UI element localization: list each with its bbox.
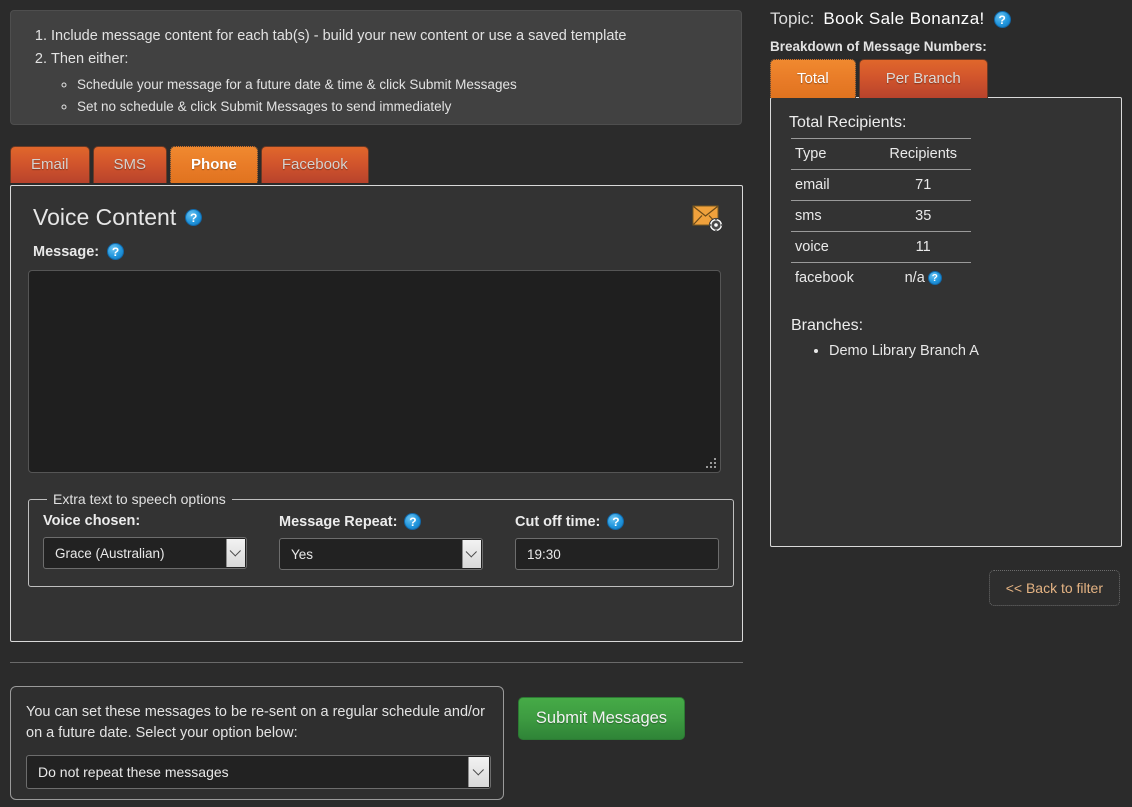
cut-off-time-label-text: Cut off time:: [515, 514, 600, 530]
facebook-help-icon[interactable]: ?: [928, 271, 942, 285]
app-root: Include message content for each tab(s) …: [0, 0, 1132, 807]
schedule-options-box: You can set these messages to be re-sent…: [10, 686, 504, 800]
topic-value: Book Sale Bonanza!: [823, 9, 984, 29]
cut-off-time-group: Cut off time: ?: [515, 513, 719, 570]
repeat-schedule-value: Do not repeat these messages: [27, 764, 257, 780]
message-help-icon[interactable]: ?: [107, 243, 124, 260]
branches-title: Branches:: [791, 317, 1103, 335]
breakdown-label: Breakdown of Message Numbers:: [770, 39, 1132, 54]
voice-chosen-label-text: Voice chosen:: [43, 513, 140, 529]
tab-facebook[interactable]: Facebook: [261, 146, 369, 183]
message-repeat-label-text: Message Repeat:: [279, 514, 397, 530]
table-row: facebook n/a ?: [791, 263, 971, 294]
voice-content-help-icon[interactable]: ?: [185, 209, 202, 226]
message-repeat-group: Message Repeat: ? Yes: [279, 513, 483, 570]
textarea-resize-handle[interactable]: [706, 458, 717, 469]
message-repeat-help-icon[interactable]: ?: [404, 513, 421, 530]
back-to-filter-button[interactable]: << Back to filter: [989, 570, 1120, 606]
cell-type-email: email: [791, 170, 875, 201]
table-header-row: Type Recipients: [791, 139, 971, 170]
cell-recipients-email: 71: [875, 170, 971, 201]
tts-row: Voice chosen: Grace (Australian) Message…: [43, 511, 719, 570]
cell-type-facebook: facebook: [791, 263, 875, 294]
message-repeat-label: Message Repeat: ?: [279, 513, 483, 530]
voice-chosen-select[interactable]: Grace (Australian): [43, 537, 247, 569]
envelope-settings-icon[interactable]: [692, 202, 724, 234]
voice-chosen-value: Grace (Australian): [44, 546, 193, 561]
tab-sms[interactable]: SMS: [93, 146, 168, 183]
breakdown-tabs: Total Per Branch: [770, 59, 1132, 98]
table-row: sms 35: [791, 201, 971, 232]
facebook-na-wrapper: n/a ?: [905, 270, 942, 286]
chevron-down-icon[interactable]: [226, 539, 245, 567]
table-row: voice 11: [791, 232, 971, 263]
instruction-sub-2: Set no schedule & click Submit Messages …: [77, 96, 723, 118]
instructions-sublist: Schedule your message for a future date …: [51, 74, 723, 117]
panel-header: Voice Content ? Message: ?: [11, 186, 742, 260]
breakdown-panel: Total Recipients: Type Recipients email …: [770, 97, 1122, 547]
cell-type-sms: sms: [791, 201, 875, 232]
column-header-recipients: Recipients: [875, 139, 971, 170]
instruction-sub-1: Schedule your message for a future date …: [77, 74, 723, 96]
topic-label: Topic:: [770, 9, 814, 29]
chevron-down-icon[interactable]: [468, 757, 489, 787]
table-row: email 71: [791, 170, 971, 201]
instruction-step-1: Include message content for each tab(s) …: [51, 25, 723, 47]
message-textarea[interactable]: [28, 270, 721, 473]
page-title: Voice Content ?: [33, 204, 720, 231]
cut-off-time-input[interactable]: [515, 538, 719, 570]
tab-phone[interactable]: Phone: [170, 146, 258, 183]
list-item: Demo Library Branch A: [829, 340, 1103, 363]
instructions-box: Include message content for each tab(s) …: [10, 10, 742, 125]
chevron-down-icon[interactable]: [462, 540, 481, 568]
facebook-na-value: n/a: [905, 270, 925, 286]
cell-recipients-facebook: n/a ?: [875, 263, 971, 294]
cell-type-voice: voice: [791, 232, 875, 263]
cut-off-time-help-icon[interactable]: ?: [607, 513, 624, 530]
cell-recipients-voice: 11: [875, 232, 971, 263]
cell-recipients-sms: 35: [875, 201, 971, 232]
instructions-list: Include message content for each tab(s) …: [29, 25, 723, 117]
message-label: Message:: [33, 244, 99, 260]
message-repeat-value: Yes: [280, 547, 341, 562]
tab-total[interactable]: Total: [770, 59, 856, 98]
right-sidebar: Topic: Book Sale Bonanza! ? Breakdown of…: [766, 0, 1132, 807]
voice-chosen-group: Voice chosen: Grace (Australian): [43, 513, 247, 569]
schedule-description: You can set these messages to be re-sent…: [26, 702, 488, 743]
channel-tabs: Email SMS Phone Facebook: [10, 146, 369, 183]
message-repeat-select[interactable]: Yes: [279, 538, 483, 570]
submit-messages-button[interactable]: Submit Messages: [518, 697, 685, 740]
voice-chosen-label: Voice chosen:: [43, 513, 247, 529]
message-label-row: Message: ?: [33, 243, 720, 260]
column-header-type: Type: [791, 139, 875, 170]
topic-help-icon[interactable]: ?: [994, 11, 1011, 28]
repeat-schedule-select[interactable]: Do not repeat these messages: [26, 755, 491, 789]
branches-list: Demo Library Branch A: [789, 340, 1103, 363]
tts-legend: Extra text to speech options: [47, 491, 232, 507]
voice-content-panel: Voice Content ? Message: ?: [10, 185, 743, 642]
topic-line: Topic: Book Sale Bonanza! ?: [770, 9, 1132, 29]
total-recipients-title: Total Recipients:: [789, 114, 1103, 132]
tab-email[interactable]: Email: [10, 146, 90, 183]
tts-options-fieldset: Extra text to speech options Voice chose…: [28, 491, 734, 587]
instruction-step-2: Then either: Schedule your message for a…: [51, 48, 723, 117]
tab-per-branch[interactable]: Per Branch: [859, 59, 988, 98]
panel-title-text: Voice Content: [33, 204, 176, 231]
recipients-table: Type Recipients email 71 sms 35 voice 11…: [791, 138, 971, 293]
section-divider: [10, 662, 743, 663]
left-column: Include message content for each tab(s) …: [0, 0, 754, 807]
cut-off-time-label: Cut off time: ?: [515, 513, 719, 530]
instruction-step-2-text: Then either:: [51, 51, 128, 67]
